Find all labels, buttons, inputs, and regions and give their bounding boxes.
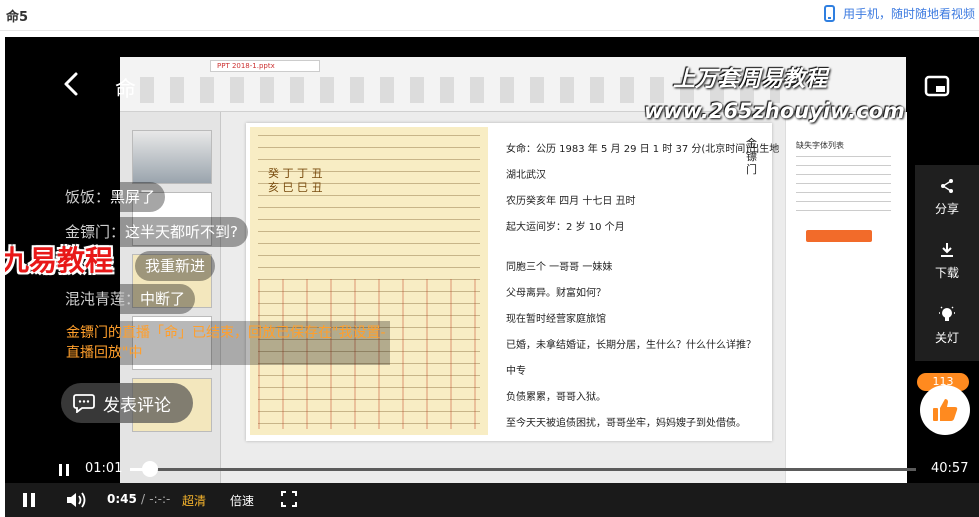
back-button[interactable] — [55, 67, 89, 101]
speed-button[interactable]: 倍速 — [230, 492, 254, 509]
fullscreen-button[interactable] — [281, 491, 297, 507]
chat-username: 混沌青莲： — [65, 290, 141, 308]
side-panel-title: 缺失字体列表 — [796, 141, 844, 150]
like-button[interactable] — [920, 385, 970, 435]
slide-line: 中专 — [506, 366, 526, 377]
mobile-promo-link[interactable]: 用手机，随时随地看视频 — [823, 5, 975, 22]
pip-icon — [924, 75, 950, 97]
slide-line: 湖北武汉 — [506, 170, 546, 181]
chart-branches: 亥 巳 巳 丑 — [268, 181, 323, 194]
slide-line: 同胞三个 一哥哥 一妹妹 — [506, 262, 613, 273]
side-panel-button — [806, 230, 872, 242]
comment-icon — [73, 394, 95, 413]
watermark-url: www.265zhouyiw.com — [644, 99, 905, 123]
slide-line: 女命：公历 1983 年 5 月 29 日 1 时 37 分(北京时间)出生地 — [506, 144, 780, 155]
slide-thumbnail — [132, 130, 212, 184]
slide-line: 已婚，未拿结婚证，长期分居，生什么？什么什么详推？ — [506, 340, 756, 351]
ppt-file-tab: PPT 2018-1.pptx — [210, 60, 320, 72]
share-label: 分享 — [934, 201, 959, 216]
pause-small-button[interactable] — [57, 462, 71, 476]
slide-line: 现在暂时经营家庭旅馆 — [506, 314, 606, 325]
thumbs-up-icon — [933, 399, 958, 421]
chat-username: 饭饭： — [65, 188, 111, 206]
ppt-slide: 癸 丁 丁 丑 亥 巳 巳 丑 女命：公历 1983 年 5 月 29 日 1 … — [246, 123, 780, 443]
lightbulb-icon — [939, 306, 955, 321]
chevron-left-icon — [64, 72, 78, 96]
pause-icon — [59, 464, 69, 476]
slide-line: 负债累累，哥哥入狱。 — [506, 392, 606, 403]
more-icon — [802, 401, 824, 407]
volume-icon — [67, 492, 86, 508]
video-player[interactable]: PPT 2018-1.pptx 癸 丁 丁 丑 亥 巳 巳 丑 女命：公历 19… — [5, 37, 979, 517]
chat-message: 我重新进 — [135, 251, 216, 281]
like-control[interactable]: 113 — [917, 373, 977, 435]
page-title: 命5 — [6, 10, 29, 25]
lights-off-label: 关灯 — [934, 330, 959, 345]
chat-text: 黑屏了 — [110, 188, 156, 206]
cast-icon — [866, 395, 886, 413]
mobile-promo-text: 用手机，随时随地看视频 — [842, 7, 975, 21]
live-ended-notice: 金镖门的直播「命」已结束，回放已保存在"我设置-直播回放"中 — [62, 321, 390, 365]
chart-stems: 癸 丁 丁 丑 — [268, 167, 323, 180]
slide-line: 农历癸亥年 四月 十七日 丑时 — [506, 196, 636, 207]
top-bar: 命5 用手机，随时随地看视频 — [0, 0, 979, 31]
share-icon — [941, 178, 953, 193]
playback-time: 0:45 / -:-:- — [107, 492, 170, 506]
pause-icon — [23, 493, 35, 507]
progress-track[interactable] — [130, 461, 916, 477]
pause-button[interactable] — [21, 491, 37, 509]
chart-pillars: 癸 丁 丁 丑 亥 巳 巳 丑 — [268, 167, 323, 195]
brand-overlay: 九易教程 — [5, 244, 114, 277]
video-title: 命 — [115, 77, 136, 101]
watermark-title: 上万套周易教程 — [673, 67, 828, 92]
control-bar: 0:45 / -:-:- 超清 倍速 — [5, 483, 979, 517]
comment-button[interactable]: 发表评论 — [61, 383, 193, 423]
fullscreen-icon — [281, 491, 297, 507]
side-action-rail: 分享 下载 关灯 — [915, 165, 979, 361]
download-label: 下载 — [934, 265, 959, 280]
chat-message: 混沌青莲：中断了 — [55, 284, 196, 314]
picture-in-picture-button[interactable] — [917, 67, 957, 107]
slide-vertical-title: 金镖门 — [746, 137, 757, 176]
slide-line: 起大运间岁：2 岁 10 个月 — [506, 222, 625, 233]
playback-current: 0:45 — [107, 492, 137, 506]
download-button[interactable]: 下载 — [915, 229, 979, 293]
ppt-side-panel: 缺失字体列表 — [785, 112, 907, 490]
slide-line: 父母离异。财富如何？ — [506, 288, 606, 299]
bazi-chart: 癸 丁 丁 丑 亥 巳 巳 丑 — [250, 127, 488, 435]
volume-button[interactable] — [65, 491, 87, 509]
current-time: 01:01 — [85, 461, 123, 476]
cast-button[interactable] — [853, 381, 899, 427]
side-panel-text — [796, 156, 891, 216]
chat-message: 饭饭：黑屏了 — [55, 182, 166, 212]
chat-text: 中断了 — [140, 290, 186, 308]
progress-row: 01:01 40:57 — [5, 457, 979, 483]
time-separator: / — [141, 492, 146, 506]
chat-text: 这半天都听不到? — [125, 223, 238, 241]
slide-line: 至今天天被追债困扰，哥哥坐牢，妈妈嫂子到处借债。 — [506, 418, 746, 429]
slide-text: 女命：公历 1983 年 5 月 29 日 1 时 37 分(北京时间)出生地 … — [506, 143, 780, 443]
progress-handle[interactable] — [141, 461, 158, 477]
total-duration: 40:57 — [931, 461, 969, 476]
lights-off-button[interactable]: 关灯 — [915, 293, 979, 357]
playback-total: -:-:- — [149, 492, 171, 506]
phone-icon — [823, 5, 835, 22]
more-options-button[interactable] — [790, 381, 836, 427]
comment-button-label: 发表评论 — [103, 395, 171, 416]
chat-text: 我重新进 — [145, 257, 206, 275]
share-button[interactable]: 分享 — [915, 165, 979, 229]
download-icon — [941, 242, 953, 257]
quality-button[interactable]: 超清 — [182, 492, 206, 509]
